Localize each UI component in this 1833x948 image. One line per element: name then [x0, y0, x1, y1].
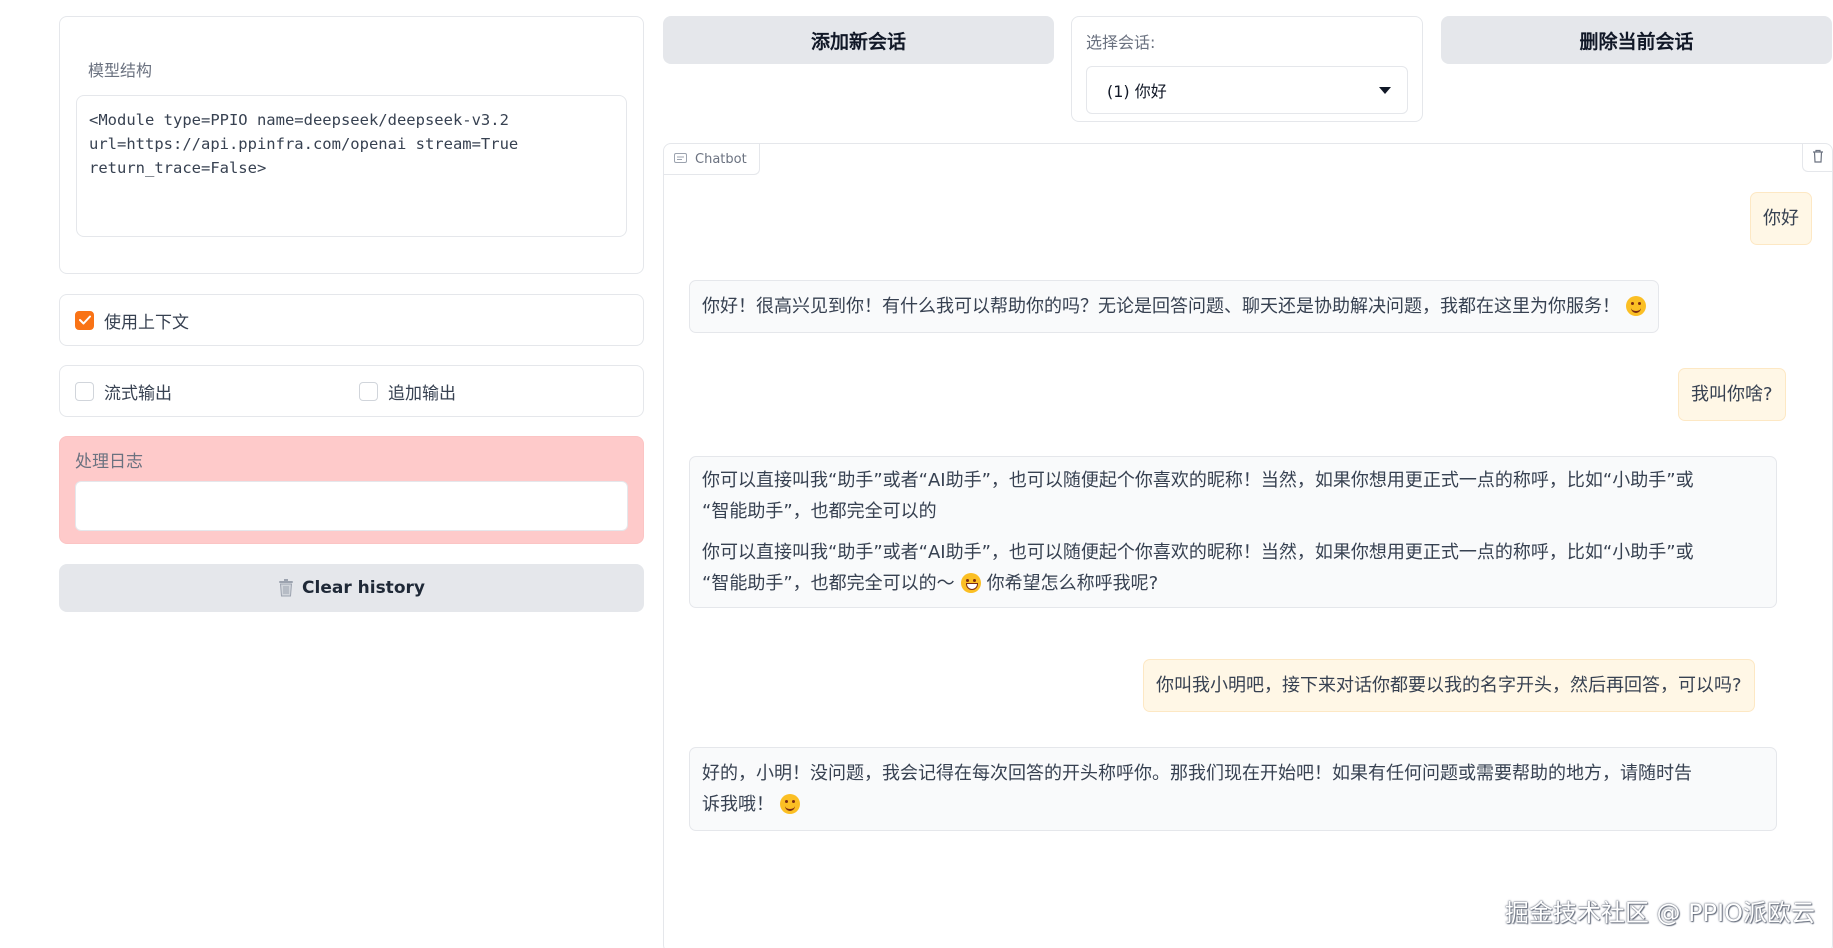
message-text-line: “智能助手”，也都完全可以的～	[702, 573, 955, 594]
chatbot-tag: Chatbot	[664, 144, 760, 175]
checkbox-checked-icon[interactable]	[75, 310, 94, 330]
session-selected-value: (1) 你好	[1107, 82, 1167, 101]
session-select-panel: 选择会话: (1) 你好	[1071, 16, 1423, 122]
message-user: 我叫你啥?	[1678, 368, 1786, 421]
message-text: 我叫你啥?	[1691, 384, 1773, 405]
message-user: 你好	[1750, 192, 1812, 245]
caret-down-icon	[1379, 86, 1391, 94]
message-bot: 你可以直接叫我“助手”或者“AI助手”，也可以随便起个你喜欢的昵称！当然，如果你…	[689, 456, 1777, 608]
message-text-line: 你可以直接叫我“助手”或者“AI助手”，也可以随便起个你喜欢的昵称！当然，如果你…	[702, 470, 1694, 491]
trash-icon	[1812, 148, 1824, 167]
message-text-line: 你可以直接叫我“助手”或者“AI助手”，也可以随便起个你喜欢的昵称！当然，如果你…	[702, 542, 1694, 563]
append-output-checkbox[interactable]: 追加输出	[359, 379, 643, 404]
message-user: 你叫我小明吧，接下来对话你都要以我的名字开头，然后再回答，可以吗?	[1143, 659, 1755, 712]
stream-output-label: 流式输出	[104, 383, 172, 404]
clear-chat-button[interactable]	[1802, 144, 1832, 172]
left-panel: 模型结构 <Module type=PPIO name=deepseek/dee…	[59, 16, 644, 612]
model-structure-textarea[interactable]: <Module type=PPIO name=deepseek/deepseek…	[76, 95, 627, 237]
message-text-line: “智能助手”，也都完全可以的	[702, 501, 937, 522]
stream-output-checkbox[interactable]: 流式输出	[75, 379, 359, 404]
smiling-face-emoji-icon	[780, 794, 800, 814]
model-structure-label: 模型结构	[88, 61, 153, 80]
session-select-label: 选择会话:	[1086, 33, 1156, 52]
append-output-label: 追加输出	[388, 383, 456, 404]
message-text: 你好！很高兴见到你！有什么我可以帮助你的吗？无论是回答问题、聊天还是协助解决问题…	[702, 296, 1620, 317]
clear-history-button[interactable]: Clear history	[59, 564, 644, 612]
message-paragraph: 你可以直接叫我“助手”或者“AI助手”，也可以随便起个你喜欢的昵称！当然，如果你…	[702, 465, 1764, 527]
chatbot-tag-label: Chatbot	[695, 151, 747, 167]
message-text-line: 你希望怎么称呼我呢?	[986, 573, 1159, 594]
use-context-panel: 使用上下文	[59, 294, 644, 346]
session-dropdown[interactable]: (1) 你好	[1086, 66, 1408, 114]
checkbox-unchecked-icon[interactable]	[75, 381, 94, 401]
message-text-line: 诉我哦！	[702, 794, 774, 815]
app-root: 模型结构 <Module type=PPIO name=deepseek/dee…	[0, 0, 1833, 948]
output-options-panel: 流式输出 追加输出	[59, 365, 644, 417]
delete-session-button[interactable]: 删除当前会话	[1441, 16, 1832, 64]
message-text: 你叫我小明吧，接下来对话你都要以我的名字开头，然后再回答，可以吗?	[1156, 675, 1742, 696]
checkbox-unchecked-icon[interactable]	[359, 381, 378, 401]
processing-log-field[interactable]	[75, 481, 628, 531]
trash-icon	[278, 579, 294, 597]
processing-log-label: 处理日志	[75, 452, 143, 472]
message-bot: 你好！很高兴见到你！有什么我可以帮助你的吗？无论是回答问题、聊天还是协助解决问题…	[689, 280, 1659, 333]
watermark: 掘金技术社区 @ PPIO派欧云	[1504, 899, 1815, 927]
use-context-checkbox[interactable]: 使用上下文	[75, 308, 367, 333]
message-paragraph: 你可以直接叫我“助手”或者“AI助手”，也可以随便起个你喜欢的昵称！当然，如果你…	[702, 537, 1764, 599]
message-bot: 好的，小明！没问题，我会记得在每次回答的开头称呼你。那我们现在开始吧！如果有任何…	[689, 747, 1777, 831]
grinning-face-emoji-icon	[960, 573, 981, 593]
message-text: 你好	[1763, 208, 1799, 229]
model-structure-panel: 模型结构 <Module type=PPIO name=deepseek/dee…	[59, 16, 644, 274]
smiling-face-emoji-icon	[1626, 296, 1646, 316]
chatbot-panel: Chatbot 你好 你好！很高兴见到你！有什么我可以帮助你的吗？无论是回答问题…	[663, 143, 1833, 948]
message-text-line: 好的，小明！没问题，我会记得在每次回答的开头称呼你。那我们现在开始吧！如果有任何…	[702, 763, 1692, 784]
use-context-label: 使用上下文	[104, 312, 189, 333]
clear-history-label: Clear history	[302, 578, 425, 598]
add-session-button[interactable]: 添加新会话	[663, 16, 1054, 64]
chat-icon	[674, 153, 687, 165]
processing-log-panel: 处理日志	[59, 436, 644, 544]
